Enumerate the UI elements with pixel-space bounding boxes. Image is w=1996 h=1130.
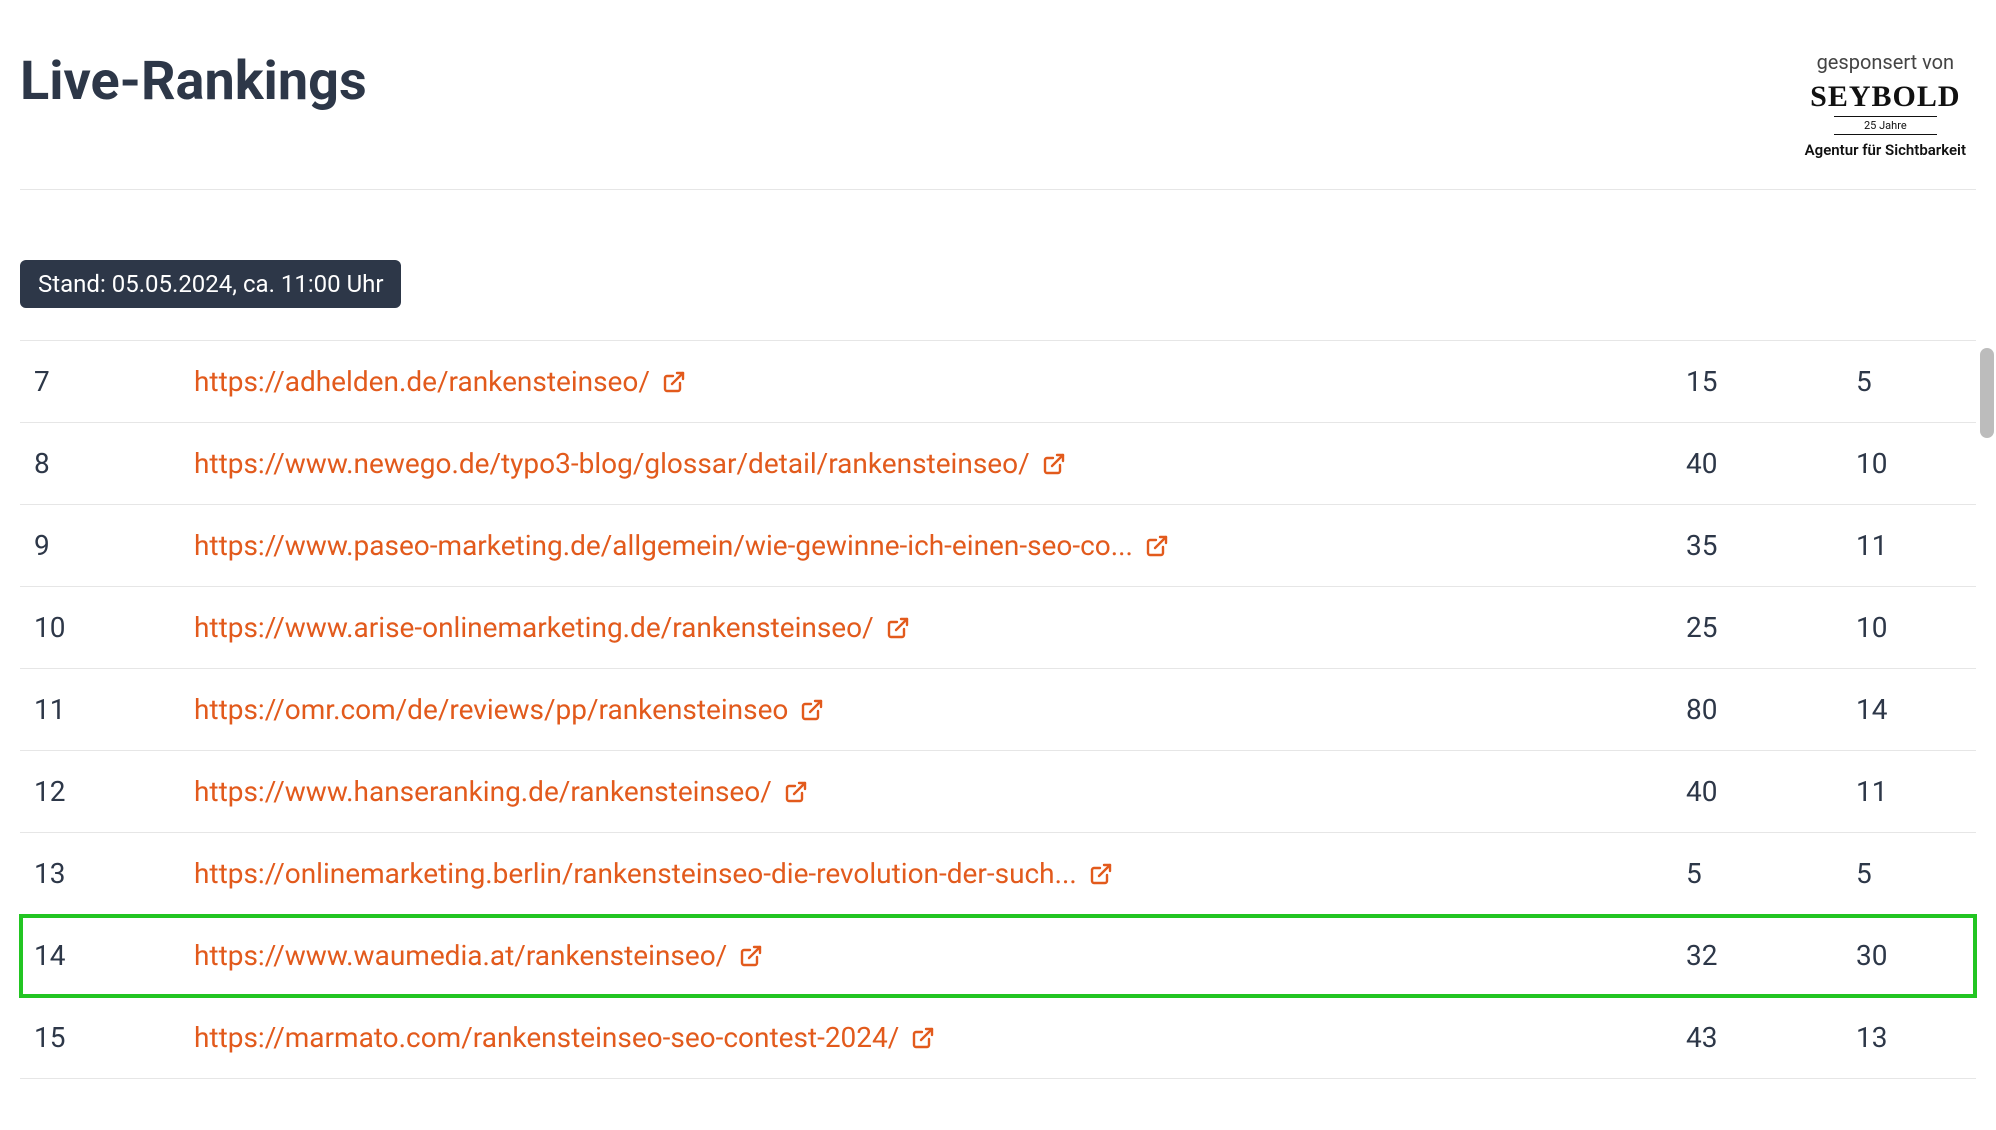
url-text: https://www.hanseranking.de/rankensteins… bbox=[194, 775, 772, 808]
table-row: 8 https://www.newego.de/typo3-blog/gloss… bbox=[20, 423, 1976, 505]
metric-2: 11 bbox=[1856, 529, 1966, 562]
rank-number: 12 bbox=[34, 775, 194, 808]
metric-1: 43 bbox=[1686, 1021, 1856, 1054]
url-text: https://www.newego.de/typo3-blog/glossar… bbox=[194, 447, 1030, 480]
external-link-icon bbox=[1042, 452, 1066, 476]
external-link-icon bbox=[662, 370, 686, 394]
page-title: Live-Rankings bbox=[20, 50, 367, 113]
metric-1: 40 bbox=[1686, 447, 1856, 480]
metric-2: 13 bbox=[1856, 1021, 1966, 1054]
table-row: 11 https://omr.com/de/reviews/pp/rankens… bbox=[20, 669, 1976, 751]
metric-2: 30 bbox=[1856, 939, 1966, 972]
ranking-url-link[interactable]: https://marmato.com/rankensteinseo-seo-c… bbox=[194, 1021, 935, 1054]
ranking-url-link[interactable]: https://onlinemarketing.berlin/rankenste… bbox=[194, 857, 1113, 890]
external-link-icon bbox=[886, 616, 910, 640]
external-link-icon bbox=[800, 698, 824, 722]
metric-2: 5 bbox=[1856, 365, 1966, 398]
metric-2: 10 bbox=[1856, 611, 1966, 644]
scrollbar-thumb[interactable] bbox=[1980, 348, 1994, 438]
url-text: https://marmato.com/rankensteinseo-seo-c… bbox=[194, 1021, 899, 1054]
ranking-url-link[interactable]: https://www.waumedia.at/rankensteinseo/ bbox=[194, 939, 763, 972]
metric-2: 11 bbox=[1856, 775, 1966, 808]
metric-1: 25 bbox=[1686, 611, 1856, 644]
ranking-url-link[interactable]: https://www.newego.de/typo3-blog/glossar… bbox=[194, 447, 1066, 480]
metric-1: 80 bbox=[1686, 693, 1856, 726]
sponsor-tagline-1: 25 Jahre bbox=[1834, 116, 1937, 135]
header: Live-Rankings gesponsert von SEYBOLD 25 … bbox=[20, 20, 1976, 190]
metric-2: 10 bbox=[1856, 447, 1966, 480]
rank-number: 15 bbox=[34, 1021, 194, 1054]
rank-number: 9 bbox=[34, 529, 194, 562]
external-link-icon bbox=[784, 780, 808, 804]
ranking-url-link[interactable]: https://omr.com/de/reviews/pp/rankenstei… bbox=[194, 693, 824, 726]
scrollbar-track[interactable] bbox=[1980, 310, 1994, 1090]
table-row: 9 https://www.paseo-marketing.de/allgeme… bbox=[20, 505, 1976, 587]
sponsor-block: gesponsert von SEYBOLD 25 Jahre Agentur … bbox=[1805, 50, 1976, 159]
sponsor-logo: SEYBOLD bbox=[1805, 80, 1966, 114]
table-row: 10 https://www.arise-onlinemarketing.de/… bbox=[20, 587, 1976, 669]
external-link-icon bbox=[1145, 534, 1169, 558]
ranking-url-link[interactable]: https://adhelden.de/rankensteinseo/ bbox=[194, 365, 686, 398]
metric-1: 5 bbox=[1686, 857, 1856, 890]
metric-1: 35 bbox=[1686, 529, 1856, 562]
metric-2: 5 bbox=[1856, 857, 1966, 890]
ranking-url-link[interactable]: https://www.paseo-marketing.de/allgemein… bbox=[194, 529, 1169, 562]
external-link-icon bbox=[1089, 862, 1113, 886]
metric-2: 14 bbox=[1856, 693, 1966, 726]
table-row: 14 https://www.waumedia.at/rankensteinse… bbox=[20, 915, 1976, 997]
rank-number: 11 bbox=[34, 693, 194, 726]
table-row: 7 https://adhelden.de/rankensteinseo/ 15… bbox=[20, 341, 1976, 423]
url-text: https://omr.com/de/reviews/pp/rankenstei… bbox=[194, 693, 788, 726]
rank-number: 13 bbox=[34, 857, 194, 890]
external-link-icon bbox=[911, 1026, 935, 1050]
url-text: https://www.waumedia.at/rankensteinseo/ bbox=[194, 939, 727, 972]
rank-number: 14 bbox=[34, 939, 194, 972]
metric-1: 40 bbox=[1686, 775, 1856, 808]
status-badge: Stand: 05.05.2024, ca. 11:00 Uhr bbox=[20, 260, 401, 308]
rank-number: 10 bbox=[34, 611, 194, 644]
rank-number: 8 bbox=[34, 447, 194, 480]
table-row: 15 https://marmato.com/rankensteinseo-se… bbox=[20, 997, 1976, 1079]
ranking-url-link[interactable]: https://www.hanseranking.de/rankensteins… bbox=[194, 775, 808, 808]
sponsor-tagline-2: Agentur für Sichtbarkeit bbox=[1805, 141, 1966, 159]
url-text: https://adhelden.de/rankensteinseo/ bbox=[194, 365, 650, 398]
sponsor-label: gesponsert von bbox=[1805, 50, 1966, 74]
table-row: 12 https://www.hanseranking.de/rankenste… bbox=[20, 751, 1976, 833]
url-text: https://onlinemarketing.berlin/rankenste… bbox=[194, 857, 1077, 890]
metric-1: 32 bbox=[1686, 939, 1856, 972]
metric-1: 15 bbox=[1686, 365, 1856, 398]
table-row: 13 https://onlinemarketing.berlin/ranken… bbox=[20, 833, 1976, 915]
url-text: https://www.paseo-marketing.de/allgemein… bbox=[194, 529, 1133, 562]
ranking-url-link[interactable]: https://www.arise-onlinemarketing.de/ran… bbox=[194, 611, 910, 644]
ranking-table: 7 https://adhelden.de/rankensteinseo/ 15… bbox=[20, 340, 1976, 1079]
rank-number: 7 bbox=[34, 365, 194, 398]
external-link-icon bbox=[739, 944, 763, 968]
url-text: https://www.arise-onlinemarketing.de/ran… bbox=[194, 611, 874, 644]
